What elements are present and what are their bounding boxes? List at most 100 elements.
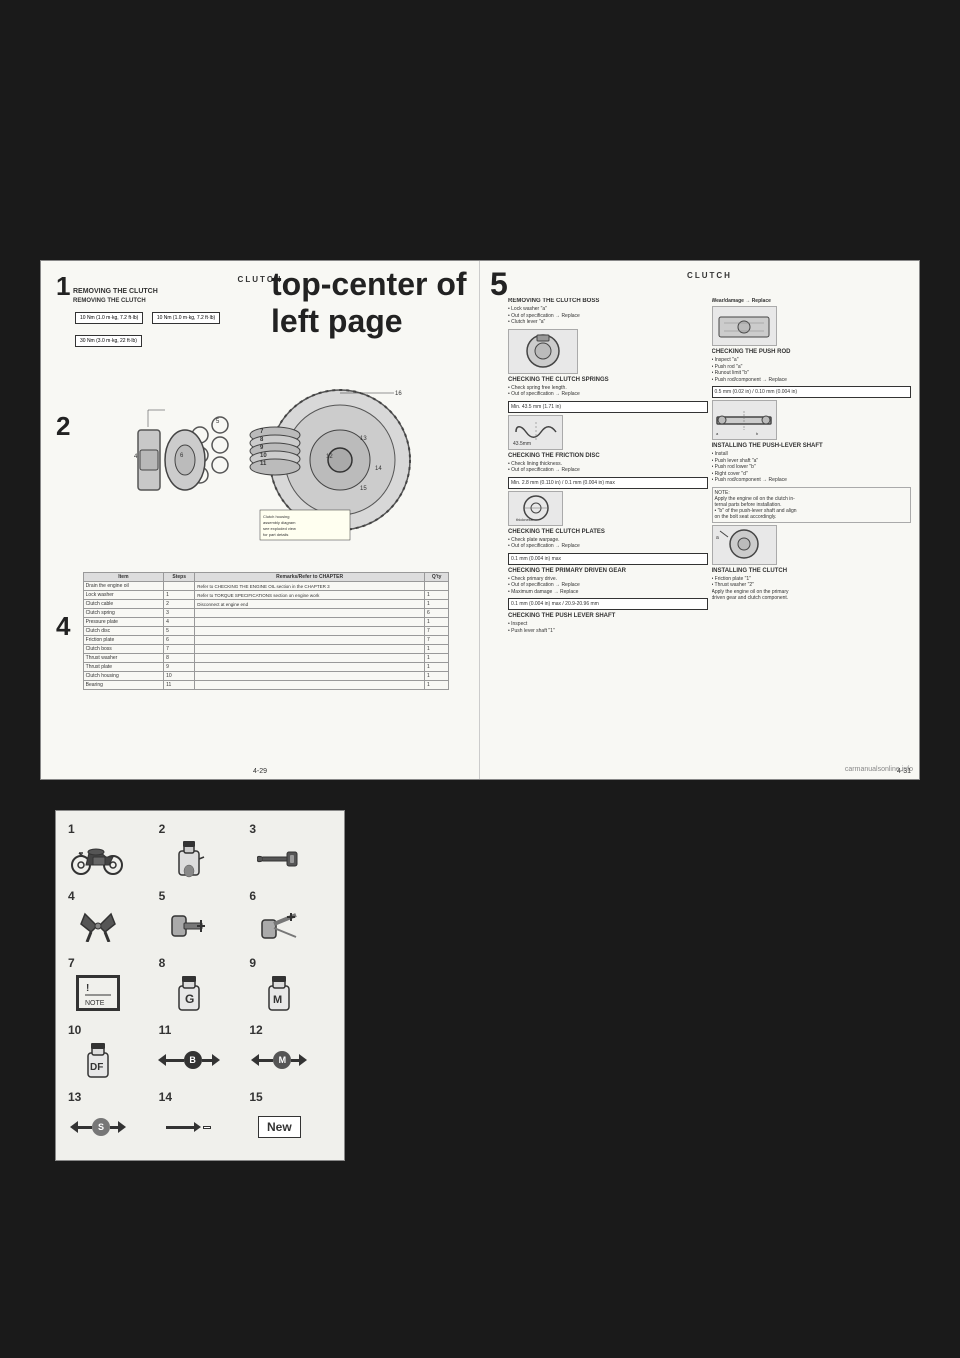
table-row: Thrust washer 8 1 <box>83 654 449 663</box>
col-header-steps: Steps <box>164 573 195 582</box>
right-col-right: Wear/damage → Replace CHECKING THE PUSH … <box>712 298 912 779</box>
arrow-m-circle: M <box>273 1051 291 1069</box>
legend-num-2: 2 <box>159 823 166 835</box>
checking-clutch-springs-text: • Check spring free length. • Out of spe… <box>508 385 708 398</box>
legend-num-3: 3 <box>249 823 256 835</box>
watermark: carmanualsonline.info <box>845 766 913 773</box>
arrow-s-display: S <box>70 1118 126 1136</box>
grease-g-svg: G <box>174 972 204 1014</box>
arrow-shaft <box>166 1059 184 1062</box>
svg-text:15: 15 <box>360 486 367 492</box>
label-5: 5 <box>490 266 508 303</box>
legend-item-11: 11 B <box>159 1024 242 1081</box>
legend-item-7: 7 ! NOTE <box>68 957 151 1014</box>
svg-text:Clutch housing: Clutch housing <box>263 514 289 519</box>
svg-text:DF: DF <box>90 1062 103 1073</box>
svg-text:a: a <box>716 535 719 541</box>
svg-text:thickness: thickness <box>516 517 533 522</box>
legend-num-13: 13 <box>68 1091 81 1103</box>
legend-container: 1 <box>55 810 345 1161</box>
fluid-df-svg: DF <box>83 1039 113 1081</box>
torque-box-1: 10 Nm (1.0 m·kg, 7.2 ft·lb) <box>75 312 143 324</box>
push-rod-spec: 0.5 mm (0.02 in) / 0.10 mm (0.004 in) <box>712 386 912 398</box>
arrow-m-display: M <box>251 1051 307 1069</box>
arrow-s-shaft <box>78 1126 92 1129</box>
section-checking-push-rod: CHECKING THE PUSH ROD <box>712 349 912 355</box>
spring-spec-box: Min. 43.5 mm (1.71 in) <box>508 401 708 413</box>
right-page-content: REMOVING THE CLUTCH BOSS • Lock washer "… <box>508 284 911 779</box>
label-2: 2 <box>56 411 70 442</box>
illus-wear <box>712 306 777 346</box>
illus-spring: 43.5mm <box>508 415 563 450</box>
svg-text:NOTE: NOTE <box>85 1000 105 1007</box>
parts-table: Item Steps Remarks/Refer to CHAPTER Q'ty… <box>83 572 450 690</box>
checking-clutch-plates-text: • Check plate warpage. • Out of specific… <box>508 537 708 550</box>
right-page-title: CLUTCH <box>508 271 911 280</box>
manual-page-left: top-center of left page 1 2 4 CLUTCH REM… <box>41 261 480 779</box>
svg-text:assembly diagram: assembly diagram <box>263 520 296 525</box>
legend-icon-wrench <box>249 838 309 880</box>
legend-num-14: 14 <box>159 1091 172 1103</box>
section-checking-primary-driven-gear: CHECKING THE PRIMARY DRIVEN GEAR <box>508 568 708 574</box>
legend-num-4: 4 <box>68 890 75 902</box>
section-checking-friction-disc: CHECKING THE FRICTION DISC <box>508 453 708 459</box>
col-header-qty: Q'ty <box>425 573 449 582</box>
legend-icon-motorcycle <box>68 838 128 880</box>
svg-text:16: 16 <box>395 391 402 397</box>
svg-text:G: G <box>185 992 194 1006</box>
legend-icon-new: New <box>249 1106 309 1148</box>
section-checking-clutch-springs: CHECKING THE CLUTCH SPRINGS <box>508 377 708 383</box>
table-row: Clutch housing 10 1 <box>83 672 449 681</box>
section-checking-push-lever: CHECKING THE PUSH LEVER SHAFT <box>508 613 708 619</box>
legend-item-10: 10 DF <box>68 1024 151 1081</box>
svg-text:b: b <box>756 431 759 436</box>
legend-num-12: 12 <box>249 1024 262 1036</box>
removing-clutch-boss-text: • Lock washer "a" • Out of specification… <box>508 306 708 326</box>
new-badge: New <box>258 1116 301 1138</box>
legend-item-4: 4 <box>68 890 151 947</box>
legend-icon-warning: ! NOTE <box>68 972 128 1014</box>
table-row: Bearing 11 1 <box>83 681 449 690</box>
table-row: Lock washer 1 Refer to TORQUE SPECIFICAT… <box>83 591 449 600</box>
table-row: Friction plate 6 7 <box>83 636 449 645</box>
legend-icon-grease-g: G <box>159 972 219 1014</box>
warning-inner-svg: ! NOTE <box>83 979 113 1007</box>
legend-item-8: 8 G <box>159 957 242 1014</box>
legend-icon-arrow-s: S <box>68 1106 128 1148</box>
arrow-s-circle: S <box>92 1118 110 1136</box>
arrow-m-shaft-right <box>291 1059 299 1062</box>
primary-gear-spec: 0.1 mm (0.004 in) max / 20.9-20.96 mm <box>508 598 708 610</box>
svg-text:12: 12 <box>326 454 333 460</box>
arrow-right-head <box>212 1054 220 1066</box>
manual-spread: top-center of left page 1 2 4 CLUTCH REM… <box>40 260 920 780</box>
legend-item-1: 1 <box>68 823 151 880</box>
repl-arrowhead <box>194 1122 201 1132</box>
arrow-b-container: B <box>158 1051 220 1069</box>
legend-icon-arrow-m: M <box>249 1039 309 1081</box>
svg-text:see exploded view: see exploded view <box>263 526 296 531</box>
legend-item-13: 13 S <box>68 1091 151 1148</box>
screwdriver-svg <box>170 910 208 942</box>
col-header-item: Item <box>83 573 163 582</box>
table-row: Thrust plate 9 1 <box>83 663 449 672</box>
legend-item-3: 3 <box>249 823 332 880</box>
legend-icon-oil-can <box>159 838 219 880</box>
oil-m-svg: M <box>264 972 294 1014</box>
push-lever-text: • Inspect • Push lever shaft "1" <box>508 621 708 634</box>
torque-box-3: 30 Nm (3.0 m·kg, 22 ft·lb) <box>75 335 142 347</box>
pliers-svg <box>79 910 117 942</box>
legend-num-6: 6 <box>249 890 256 902</box>
arrow-m-container: M <box>251 1051 307 1069</box>
section-installing-clutch: INSTALLING THE CLUTCH <box>712 568 912 574</box>
legend-item-2: 2 <box>159 823 242 880</box>
checking-friction-disc-text: • Check lining thickness. • Out of speci… <box>508 461 708 474</box>
wrench-svg <box>257 847 301 871</box>
svg-text:43.5mm: 43.5mm <box>513 441 531 447</box>
legend-num-5: 5 <box>159 890 166 902</box>
legend-num-7: 7 <box>68 957 75 969</box>
legend-item-9: 9 M <box>249 957 332 1014</box>
legend-icon-replacement <box>159 1106 219 1148</box>
repl-gap <box>203 1126 211 1129</box>
legend-icon-pliers <box>68 905 128 947</box>
manual-page-right: 5 CLUTCH REMOVING THE CLUTCH BOSS • Lock… <box>480 261 919 779</box>
